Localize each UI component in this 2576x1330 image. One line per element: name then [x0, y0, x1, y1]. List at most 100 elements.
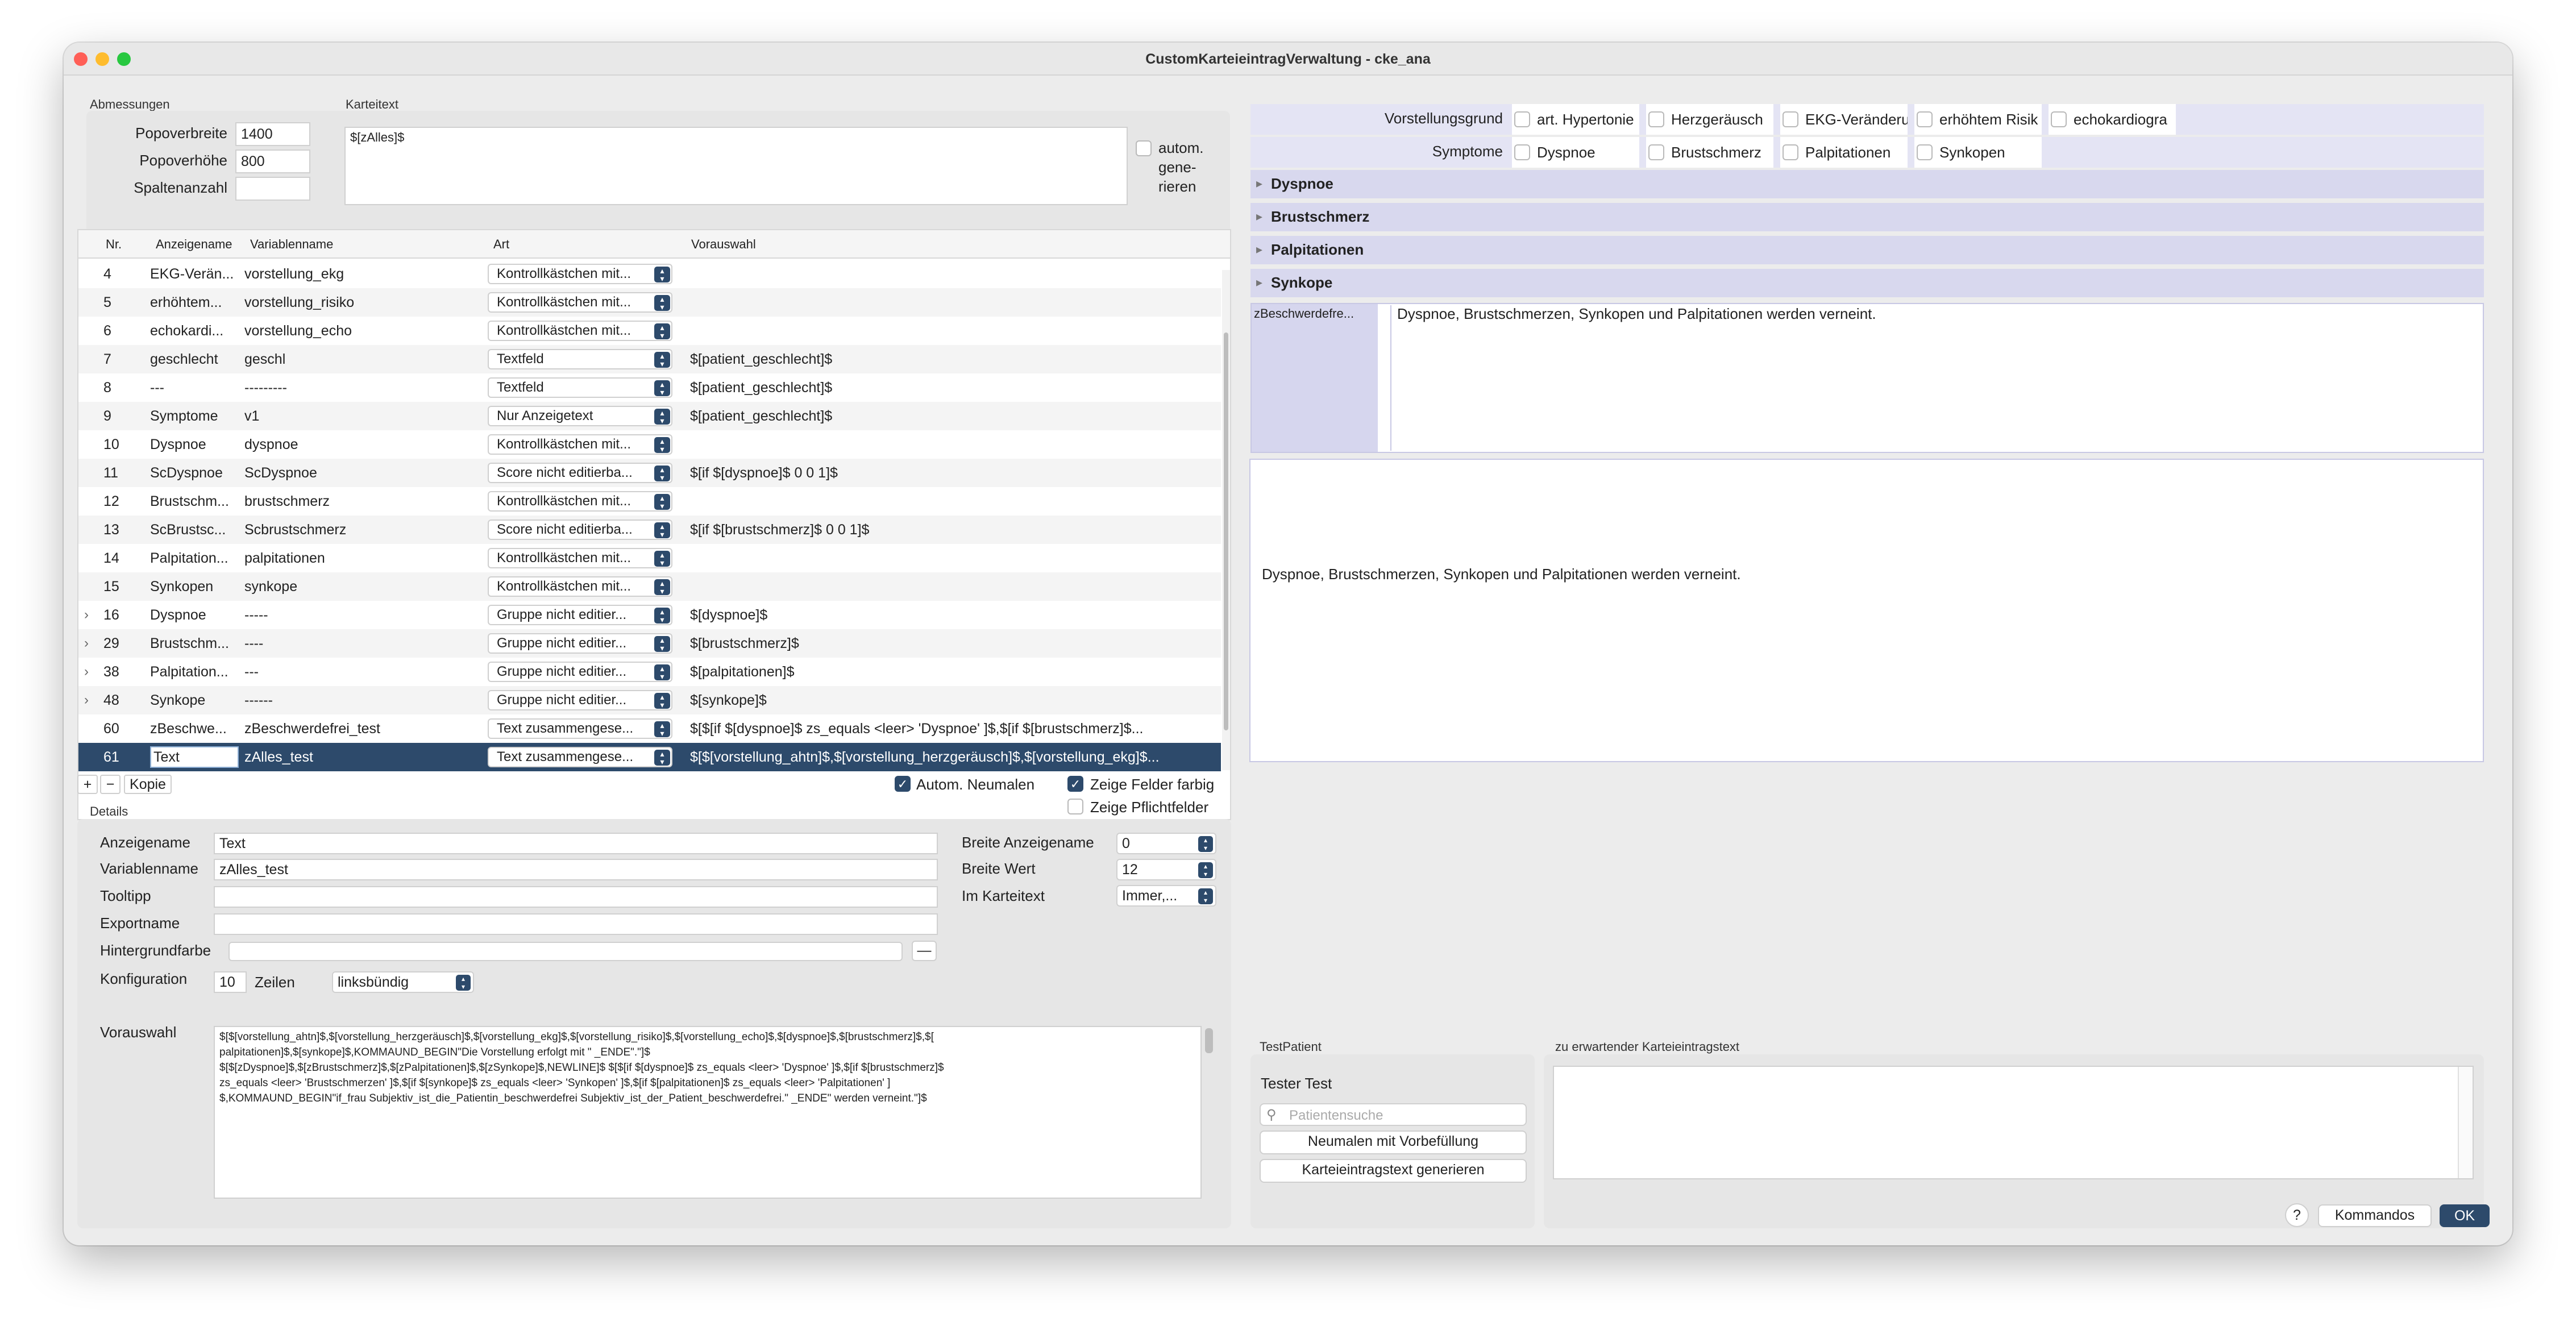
header-art[interactable]: Art — [493, 237, 509, 252]
hintergrundfarbe-clear-button[interactable]: — — [912, 941, 937, 961]
option-checkbox[interactable] — [2051, 111, 2067, 127]
im-karteitext-select[interactable]: Immer,... ▴ ▾ — [1116, 885, 1216, 907]
header-vorauswahl[interactable]: Vorauswahl — [691, 237, 756, 252]
kommandos-button[interactable]: Kommandos — [2318, 1204, 2432, 1227]
art-select[interactable]: Score nicht editierba... ▴ ▾ — [488, 519, 672, 540]
table-scrollbar[interactable] — [1222, 270, 1230, 770]
option-cell[interactable]: Herzgeräusch — [1646, 104, 1777, 135]
option-cell[interactable]: Palpitationen — [1780, 137, 1911, 168]
option-checkbox[interactable] — [1648, 144, 1664, 160]
art-select[interactable]: Text zusammengese... ▴ ▾ — [488, 747, 672, 767]
zeige-pflicht-checkbox[interactable] — [1067, 799, 1083, 814]
art-select[interactable]: Kontrollkästchen mit... ▴ ▾ — [488, 576, 672, 597]
art-select[interactable]: Gruppe nicht editier... ▴ ▾ — [488, 605, 672, 625]
option-cell[interactable]: EKG-Veränderu — [1780, 104, 1911, 135]
art-select[interactable]: Kontrollkästchen mit... ▴ ▾ — [488, 491, 672, 512]
copy-row-button[interactable]: Kopie — [124, 775, 172, 794]
table-row[interactable]: › 48 Synkope ------ Gruppe nicht editier... ▴… — [78, 686, 1221, 714]
header-anzeigename[interactable]: Anzeigename — [156, 237, 232, 252]
section-bar[interactable]: ▸ Palpitationen — [1250, 236, 2484, 264]
cell-anzeigename[interactable]: Text — [150, 746, 239, 768]
table-row[interactable]: 10 Dyspnoe dyspnoe Kontrollkästchen mit... ▴… — [78, 430, 1221, 459]
table-row[interactable]: 60 zBeschwe... zBeschwerdefrei_test Text zu… — [78, 714, 1221, 743]
table-scrollbar-thumb[interactable] — [1224, 332, 1228, 730]
art-select[interactable]: Text zusammengese... ▴ ▾ — [488, 718, 672, 739]
art-select[interactable]: Gruppe nicht editier... ▴ ▾ — [488, 633, 672, 654]
art-select[interactable]: Gruppe nicht editier... ▴ ▾ — [488, 662, 672, 682]
table-row[interactable]: 61 Text zAlles_test Text zusammengese... ▴ ▾ $… — [78, 743, 1221, 771]
art-select[interactable]: Kontrollkästchen mit... ▴ ▾ — [488, 321, 672, 341]
table-row[interactable]: 13 ScBrustsc... Scbrustschmerz Score nicht … — [78, 516, 1221, 544]
table-row[interactable]: 7 geschlecht geschl Textfeld ▴ ▾ $[patient_ges… — [78, 345, 1221, 373]
spaltenanzahl-input[interactable] — [235, 177, 310, 201]
table-row[interactable]: 15 Synkopen synkope Kontrollkästchen mit...… — [78, 572, 1221, 601]
option-cell[interactable]: Dyspnoe — [1512, 137, 1643, 168]
breite-wert-stepper-icon[interactable]: ▴ ▾ — [1198, 862, 1213, 878]
breite-anzeigename-stepper-icon[interactable]: ▴ ▾ — [1198, 836, 1213, 852]
autom-neumalen-checkbox[interactable]: ✓ — [895, 776, 911, 792]
generieren-button[interactable]: Karteieintragstext generieren — [1260, 1159, 1527, 1183]
option-cell[interactable]: erhöhtem Risik — [1914, 104, 2045, 135]
art-select[interactable]: Kontrollkästchen mit... ▴ ▾ — [488, 548, 672, 568]
vorauswahl-textarea[interactable]: $[$[vorstellung_ahtn]$,$[vorstellung_her… — [214, 1026, 1202, 1199]
breite-anzeigename-stepper[interactable]: 0 ▴ ▾ — [1116, 833, 1216, 854]
table-row[interactable]: 5 erhöhtem... vorstellung_risiko Kontrollkä… — [78, 288, 1221, 317]
table-row[interactable]: › 16 Dyspnoe ----- Gruppe nicht editier... ▴ ▾… — [78, 601, 1221, 629]
hintergrundfarbe-well[interactable] — [228, 942, 903, 961]
option-cell[interactable]: art. Hypertonie — [1512, 104, 1643, 135]
section-bar[interactable]: ▸ Brustschmerz — [1250, 203, 2484, 231]
help-button[interactable]: ? — [2285, 1203, 2309, 1227]
alignment-select[interactable]: linksbündig ▴ ▾ — [332, 971, 474, 993]
karteitext-input[interactable]: $[zAlles]$ — [344, 127, 1128, 205]
table-row[interactable]: 8 --- --------- Textfeld ▴ ▾ $[patient_geschle… — [78, 373, 1221, 402]
option-checkbox[interactable] — [1917, 111, 1933, 127]
art-select[interactable]: Textfeld ▴ ▾ — [488, 349, 672, 369]
art-select[interactable]: Nur Anzeigetext ▴ ▾ — [488, 406, 672, 426]
expand-chevron-icon[interactable]: › — [84, 686, 89, 714]
remove-row-button[interactable]: − — [100, 775, 121, 794]
zbeschwerde-text[interactable]: Dyspnoe, Brustschmerzen, Synkopen und Pa… — [1390, 305, 2470, 451]
art-select[interactable]: Kontrollkästchen mit... ▴ ▾ — [488, 292, 672, 313]
table-row[interactable]: 6 echokardi... vorstellung_echo Kontrollkäs… — [78, 317, 1221, 345]
zeige-farbig-checkbox[interactable]: ✓ — [1067, 776, 1083, 792]
table-row[interactable]: › 29 Brustschm... ---- Gruppe nicht editier.… — [78, 629, 1221, 658]
tooltipp-input[interactable] — [214, 886, 938, 908]
art-select[interactable]: Kontrollkästchen mit... ▴ ▾ — [488, 264, 672, 284]
option-cell[interactable]: Brustschmerz — [1646, 137, 1777, 168]
option-checkbox[interactable] — [1917, 144, 1933, 160]
popoverbreite-input[interactable]: 1400 — [235, 122, 310, 146]
section-bar[interactable]: ▸ Synkope — [1250, 269, 2484, 297]
table-row[interactable]: 9 Symptome v1 Nur Anzeigetext ▴ ▾ $[patient_ge… — [78, 402, 1221, 430]
section-bar[interactable]: ▸ Dyspnoe — [1250, 170, 2484, 198]
option-checkbox[interactable] — [1783, 111, 1798, 127]
autom-generieren-checkbox[interactable] — [1136, 140, 1152, 156]
breite-wert-stepper[interactable]: 12 ▴ ▾ — [1116, 859, 1216, 880]
anzeigename-input[interactable]: Text — [214, 833, 938, 854]
expand-chevron-icon[interactable]: › — [84, 658, 89, 686]
art-select[interactable]: Gruppe nicht editier... ▴ ▾ — [488, 690, 672, 710]
art-select[interactable]: Score nicht editierba... ▴ ▾ — [488, 463, 672, 483]
option-checkbox[interactable] — [1783, 144, 1798, 160]
expected-text-area[interactable] — [1553, 1066, 2474, 1179]
exportname-input[interactable] — [214, 913, 938, 935]
option-cell[interactable]: Synkopen — [1914, 137, 2045, 168]
table-row[interactable]: 14 Palpitation... palpitationen Kontrollkäs… — [78, 544, 1221, 572]
neumalen-button[interactable]: Neumalen mit Vorbefüllung — [1260, 1130, 1527, 1154]
patient-search-field[interactable]: ⚲ Patientensuche — [1260, 1103, 1527, 1126]
header-nr[interactable]: Nr. — [106, 237, 122, 252]
popoverhoehe-input[interactable]: 800 — [235, 149, 310, 173]
table-row[interactable]: 11 ScDyspnoe ScDyspnoe Score nicht editierb… — [78, 459, 1221, 487]
expand-chevron-icon[interactable]: › — [84, 629, 89, 658]
header-variablenname[interactable]: Variablenname — [250, 237, 333, 252]
expand-chevron-icon[interactable]: › — [84, 601, 89, 629]
art-select[interactable]: Textfeld ▴ ▾ — [488, 377, 672, 398]
table-row[interactable]: › 38 Palpitation... --- Gruppe nicht editier… — [78, 658, 1221, 686]
expected-text-scrollbar[interactable] — [2458, 1067, 2473, 1178]
vorauswahl-scrollbar[interactable] — [1205, 1028, 1213, 1053]
zeilen-input[interactable]: 10 — [214, 971, 247, 993]
option-checkbox[interactable] — [1648, 111, 1664, 127]
table-row[interactable]: 4 EKG-Verän... vorstellung_ekg Kontrollkäst… — [78, 260, 1221, 288]
variablenname-input[interactable]: zAlles_test — [214, 859, 938, 880]
option-cell[interactable]: echokardiogra — [2049, 104, 2179, 135]
option-checkbox[interactable] — [1514, 111, 1530, 127]
